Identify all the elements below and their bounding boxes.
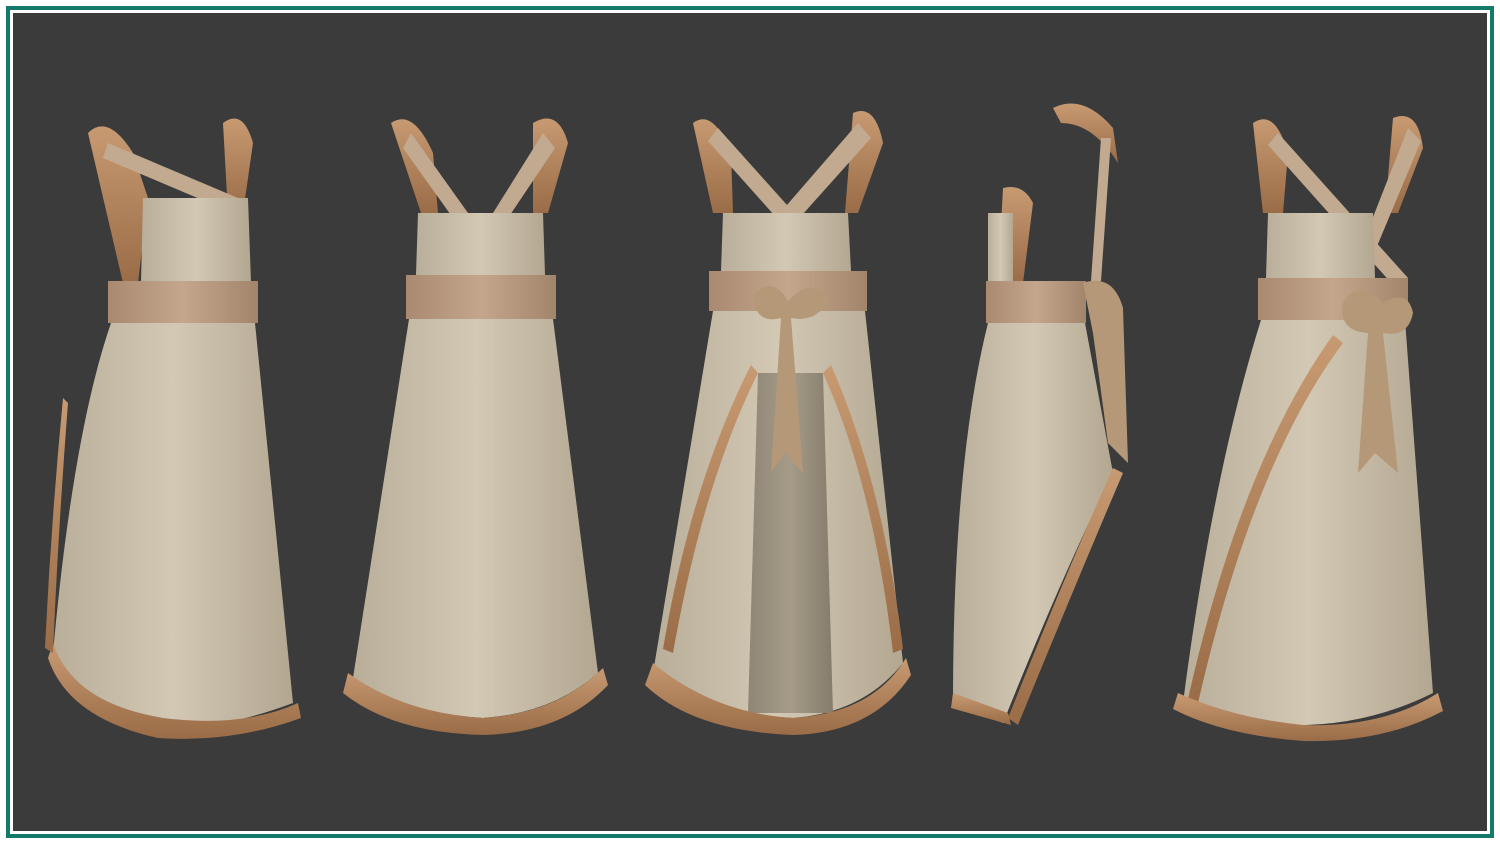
render-canvas (13, 13, 1487, 831)
image-frame (0, 0, 1500, 844)
apron-view-front (343, 118, 608, 735)
apron-renders (45, 103, 1443, 742)
apron-view-side (951, 103, 1128, 725)
apron-view-back (645, 111, 911, 735)
apron-view-back-three-quarter (1173, 116, 1443, 742)
apron-view-front-left (45, 118, 301, 739)
